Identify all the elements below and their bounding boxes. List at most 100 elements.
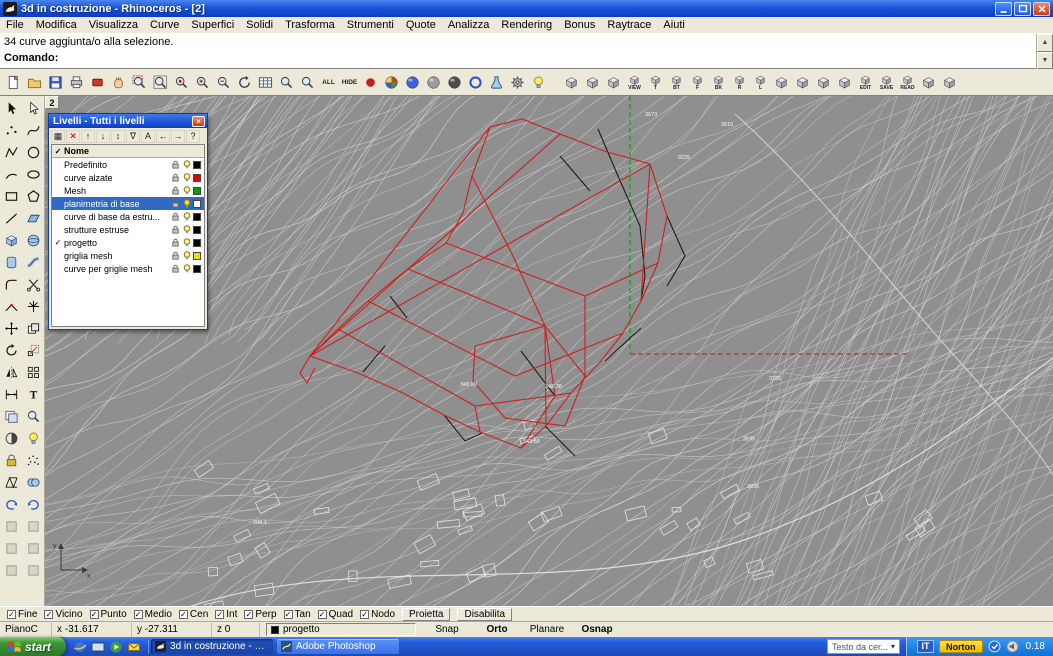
layers-tool-sort[interactable]: ↕ — [111, 130, 125, 143]
toolbar-zoom-in[interactable] — [192, 71, 213, 94]
quicklaunch-media-icon[interactable] — [109, 640, 123, 654]
close-button[interactable] — [1033, 2, 1050, 16]
tool-boolu-35[interactable] — [22, 471, 44, 493]
osnap-nodo[interactable]: ✓Nodo — [360, 609, 395, 620]
menu-raytrace[interactable]: Raytrace — [601, 18, 657, 32]
tool-misc-41[interactable] — [22, 537, 44, 559]
toolbar-zoom-extents[interactable] — [150, 71, 171, 94]
tool-line-10[interactable] — [0, 207, 22, 229]
desktop-search-band[interactable]: Testo da cer... ▾ — [827, 639, 900, 654]
toolbar-document-properties[interactable] — [507, 71, 528, 94]
toolbar-print[interactable] — [66, 71, 87, 94]
toolbar-view-read[interactable]: READ — [897, 71, 918, 94]
search-dropdown-icon[interactable]: ▾ — [891, 642, 895, 651]
tool-join-18[interactable] — [0, 295, 22, 317]
start-button[interactable]: start — [0, 637, 66, 656]
osnap-checkbox-quad[interactable]: ✓ — [318, 610, 327, 619]
toolbar-wireframe-viewport[interactable] — [465, 71, 486, 94]
tool-polygon-9[interactable] — [22, 185, 44, 207]
current-layer-pane[interactable]: progetto — [266, 623, 416, 636]
osnap-checkbox-medio[interactable]: ✓ — [134, 610, 143, 619]
tool-scale-23[interactable] — [22, 339, 44, 361]
toolbar-zoom-selected[interactable] — [171, 71, 192, 94]
toolbar-view-extra-2[interactable] — [939, 71, 960, 94]
toolbar-view-iso[interactable] — [792, 71, 813, 94]
tool-rect-8[interactable] — [0, 185, 22, 207]
toolbar-ghosted-viewport[interactable] — [423, 71, 444, 94]
toolbar-view-extra-1[interactable] — [918, 71, 939, 94]
layer-bulb-icon[interactable] — [181, 225, 192, 234]
toolbar-view-edit[interactable]: EDIT — [855, 71, 876, 94]
layer-lock-icon[interactable] — [170, 225, 181, 234]
osnap-cen[interactable]: ✓Cen — [179, 609, 208, 620]
toolbar-zoom-target[interactable] — [297, 71, 318, 94]
layer-color-swatch[interactable] — [193, 174, 201, 182]
quicklaunch-mail-icon[interactable] — [127, 640, 141, 654]
toolbar-xray-viewport[interactable] — [444, 71, 465, 94]
tool-shade-30[interactable] — [0, 427, 22, 449]
tool-sph3-13[interactable] — [22, 229, 44, 251]
tool-layer-28[interactable] — [0, 405, 22, 427]
layer-lock-icon[interactable] — [170, 251, 181, 260]
tool-cyl3-14[interactable] — [0, 251, 22, 273]
toolbar-zoom-dynamic[interactable] — [276, 71, 297, 94]
toolbar-view-bt[interactable]: BT — [666, 71, 687, 94]
tool-box3-12[interactable] — [0, 229, 22, 251]
layers-tool-help[interactable]: ? — [186, 130, 200, 143]
tool-curve-3[interactable] — [22, 119, 44, 141]
tool-array-25[interactable] — [22, 361, 44, 383]
task-adobe-photoshop[interactable]: Adobe Photoshop — [277, 639, 399, 654]
tool-mesh-34[interactable] — [0, 471, 22, 493]
menu-analizza[interactable]: Analizza — [442, 18, 496, 32]
language-indicator[interactable]: IT — [917, 640, 934, 653]
menu-quote[interactable]: Quote — [400, 18, 442, 32]
layer-bulb-icon[interactable] — [181, 199, 192, 208]
menu-strumenti[interactable]: Strumenti — [341, 18, 400, 32]
layer-bulb-icon[interactable] — [181, 160, 192, 169]
layer-row-curve-alzate[interactable]: curve alzate — [52, 171, 204, 184]
toolbar-grid-snap[interactable] — [255, 71, 276, 94]
toolbar-view-save[interactable]: SAVE — [876, 71, 897, 94]
tool-circle-5[interactable] — [22, 141, 44, 163]
menu-aiuti[interactable]: Aiuti — [657, 18, 690, 32]
tool-explode-19[interactable] — [22, 295, 44, 317]
toolbar-render-preview[interactable] — [381, 71, 402, 94]
toggle-osnap[interactable]: Osnap — [572, 624, 622, 635]
layer-bulb-icon[interactable] — [181, 212, 192, 221]
command-prompt[interactable]: Comando: — [0, 50, 1053, 66]
tool-mag-29[interactable] — [22, 405, 44, 427]
tool-polyline-4[interactable] — [0, 141, 22, 163]
layer-lock-icon[interactable] — [170, 238, 181, 247]
tool-arc-6[interactable] — [0, 163, 22, 185]
osnap-button-proietta[interactable]: Proietta — [402, 608, 450, 621]
tool-lockk-32[interactable] — [0, 449, 22, 471]
task-3d-in-costruzione-rh[interactable]: 3d in costruzione - Rh... — [151, 639, 273, 654]
toolbar-view-t[interactable]: T — [645, 71, 666, 94]
toolbar-view-perspective[interactable] — [771, 71, 792, 94]
layers-tool-move-down[interactable]: ↓ — [96, 130, 110, 143]
osnap-checkbox-nodo[interactable]: ✓ — [360, 610, 369, 619]
menu-visualizza[interactable]: Visualizza — [83, 18, 144, 32]
menu-curve[interactable]: Curve — [144, 18, 185, 32]
tool-misc-39[interactable] — [22, 515, 44, 537]
layer-row-curve-per-griglie-mesh[interactable]: curve per griglie mesh — [52, 262, 204, 275]
layer-row-griglia-mesh[interactable]: griglia mesh — [52, 249, 204, 262]
osnap-vicino[interactable]: ✓Vicino — [44, 609, 82, 620]
layers-tool-delete-layer[interactable]: ✕ — [66, 130, 80, 143]
menu-file[interactable]: File — [0, 18, 30, 32]
layer-color-swatch[interactable] — [193, 239, 201, 247]
menu-trasforma[interactable]: Trasforma — [279, 18, 341, 32]
toolbar-view-named[interactable]: VIEW — [624, 71, 645, 94]
osnap-medio[interactable]: ✓Medio — [134, 609, 172, 620]
toolbar-open-file[interactable] — [24, 71, 45, 94]
toolbar-zoom-out[interactable] — [213, 71, 234, 94]
layer-lock-icon[interactable] — [170, 186, 181, 195]
toolbar-view-right[interactable] — [603, 71, 624, 94]
tool-dots-2[interactable] — [0, 119, 22, 141]
toggle-snap[interactable]: Snap — [422, 624, 472, 635]
osnap-fine[interactable]: ✓Fine — [7, 609, 37, 620]
maximize-button[interactable] — [1014, 2, 1031, 16]
layer-bulb-icon[interactable] — [181, 173, 192, 182]
toolbar-zoom-window[interactable] — [129, 71, 150, 94]
toolbar-view-top[interactable] — [561, 71, 582, 94]
